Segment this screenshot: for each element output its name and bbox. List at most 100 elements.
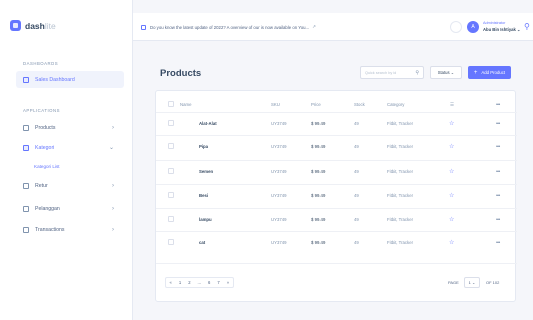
product-price: $ 99.49 [311, 193, 326, 198]
pagination-prev[interactable]: « [166, 277, 175, 288]
product-stock: 49 [354, 240, 359, 245]
sidebar-item-label: Retur [35, 182, 48, 189]
product-name: lampu [199, 217, 212, 222]
select-all-checkbox[interactable] [168, 101, 174, 107]
sidebar: dashlite DASHBOARDS Sales Dashboard APPL… [0, 0, 133, 320]
product-sku: UY3749 [271, 121, 287, 126]
section-applications: APPLICATIONS [23, 108, 60, 113]
theme-toggle-icon[interactable] [450, 21, 462, 33]
products-icon [23, 124, 29, 131]
row-divider [156, 112, 517, 113]
sidebar-item-label: Products [35, 124, 56, 131]
more-icon[interactable]: ••• [496, 144, 500, 150]
add-product-button[interactable]: + Add Product [468, 66, 511, 79]
sidebar-item-pelanggan[interactable]: Pelanggan › [16, 200, 124, 217]
row-checkbox[interactable] [168, 143, 174, 149]
status-dropdown[interactable]: Status ⌄ [430, 66, 462, 79]
pagination-next[interactable]: » [223, 277, 232, 288]
header-filter-icon[interactable]: ☰ [450, 102, 454, 108]
product-stock: 49 [354, 193, 359, 198]
retur-icon [23, 182, 29, 189]
more-icon[interactable]: ••• [496, 217, 500, 223]
product-sku: UY3749 [271, 169, 287, 174]
star-icon[interactable]: ☆ [449, 216, 454, 223]
header-category[interactable]: Category [387, 102, 404, 107]
more-icon[interactable]: ••• [496, 121, 500, 127]
product-price: $ 99.49 [311, 121, 326, 126]
products-table: Name SKU Price Stock Category ☰ ••• Alat… [155, 90, 517, 302]
product-price: $ 99.49 [311, 217, 326, 222]
product-category: Fitbit, Tracker [387, 193, 414, 198]
star-icon[interactable]: ☆ [449, 168, 454, 175]
bell-icon[interactable]: ⚲ [524, 22, 530, 31]
product-sku: UY3749 [271, 240, 287, 245]
sidebar-item-sales-dashboard[interactable]: Sales Dashboard [16, 71, 124, 88]
header-price[interactable]: Price [311, 102, 321, 107]
update-notice[interactable]: Do you know the latest update of 2022? A… [141, 24, 316, 30]
product-name: Semen [199, 169, 214, 174]
sidebar-item-label: Kategori [35, 144, 55, 151]
page-select[interactable]: 1 ⌄ [464, 277, 480, 288]
row-checkbox[interactable] [168, 239, 174, 245]
product-category: Fitbit, Tracker [387, 217, 414, 222]
category-icon [23, 144, 29, 151]
top-header: Do you know the latest update of 2022? A… [133, 13, 533, 41]
star-icon[interactable]: ☆ [449, 239, 454, 246]
sidebar-item-transactions[interactable]: Transactions › [16, 221, 124, 238]
row-checkbox[interactable] [168, 120, 174, 126]
brand-name: dashlite [25, 21, 56, 31]
more-icon[interactable]: ••• [496, 169, 500, 175]
row-divider [156, 231, 517, 232]
sidebar-item-kategori[interactable]: Kategori ⌄ [16, 139, 124, 156]
pagination-page[interactable]: 7 [214, 277, 223, 288]
star-icon[interactable]: ☆ [449, 143, 454, 150]
row-checkbox[interactable] [168, 216, 174, 222]
user-name[interactable]: Abu Bin Ishtiyak ⌄ [483, 27, 521, 32]
add-product-label: Add Product [481, 70, 506, 75]
brand-logo[interactable]: dashlite [10, 20, 56, 31]
notice-text: Do you know the latest update of 2022? A… [150, 24, 310, 30]
transactions-icon [23, 226, 29, 233]
pagination-page[interactable]: 6 [205, 277, 214, 288]
sidebar-item-products[interactable]: Products › [16, 119, 124, 136]
search-input[interactable]: Quick search by id ⚲ [360, 66, 424, 79]
notice-icon [141, 24, 146, 30]
product-name: Alat-Alat [199, 121, 217, 126]
search-placeholder: Quick search by id [365, 70, 397, 75]
product-category: Fitbit, Tracker [387, 121, 414, 126]
row-checkbox[interactable] [168, 192, 174, 198]
sidebar-item-retur[interactable]: Retur › [16, 177, 124, 194]
more-icon[interactable]: ••• [496, 240, 500, 246]
dashboard-icon [23, 76, 29, 83]
sidebar-subitem-kategori-list[interactable]: Kategori List [34, 164, 60, 169]
section-dashboards: DASHBOARDS [23, 61, 59, 66]
brand-name-main: dash [25, 20, 45, 31]
header-name[interactable]: Name [180, 102, 191, 107]
avatar[interactable]: A [467, 21, 479, 33]
logo-icon [10, 20, 21, 31]
more-icon[interactable]: ••• [496, 193, 500, 199]
row-divider [156, 160, 517, 161]
star-icon[interactable]: ☆ [449, 192, 454, 199]
brand-name-suffix: lite [44, 20, 56, 31]
page-of-label: OF 102 [486, 280, 500, 285]
product-name: Besi [199, 193, 209, 198]
user-name-text: Abu Bin Ishtiyak [483, 27, 516, 32]
row-checkbox[interactable] [168, 168, 174, 174]
customer-icon [23, 205, 29, 212]
pagination-page[interactable]: 1 [175, 277, 184, 288]
product-price: $ 99.49 [311, 169, 326, 174]
chevron-down-icon: ⌄ [516, 27, 521, 32]
external-link-icon[interactable]: ↗ [312, 24, 316, 30]
header-more-icon[interactable]: ••• [496, 102, 500, 108]
pagination-page[interactable]: 2 [185, 277, 194, 288]
pagination: « 1 2 ... 6 7 » [165, 277, 234, 288]
product-sku: UY3749 [271, 144, 287, 149]
header-stock[interactable]: Stock [354, 102, 365, 107]
product-name: Pipa [199, 144, 209, 149]
star-icon[interactable]: ☆ [449, 120, 454, 127]
chevron-right-icon: › [112, 182, 114, 189]
product-stock: 49 [354, 217, 359, 222]
header-sku[interactable]: SKU [271, 102, 280, 107]
product-price: $ 99.49 [311, 144, 326, 149]
